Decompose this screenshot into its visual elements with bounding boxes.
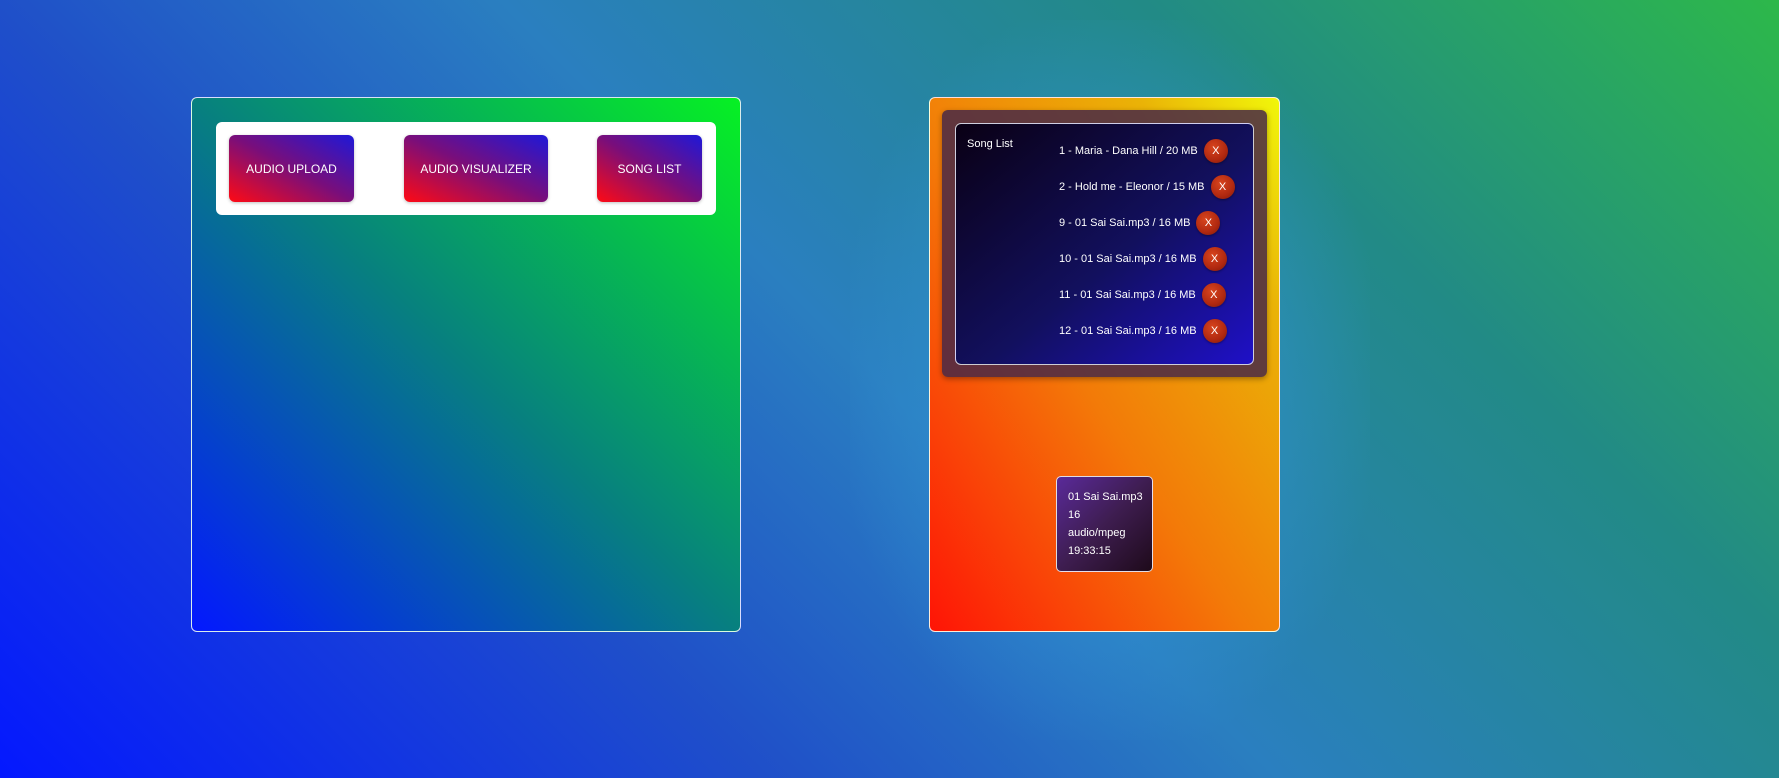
song-list-item: 1 - Maria - Dana Hill / 20 MB X [1059,138,1228,164]
song-label: 12 - 01 Sai Sai.mp3 / 16 MB [1059,325,1197,337]
nav-bar: AUDIO UPLOAD AUDIO VISUALIZER SONG LIST [216,122,716,215]
song-label: 10 - 01 Sai Sai.mp3 / 16 MB [1059,253,1197,265]
song-label: 11 - 01 Sai Sai.mp3 / 16 MB [1059,289,1196,301]
file-time: 19:33:15 [1068,545,1111,557]
audio-upload-button[interactable]: AUDIO UPLOAD [229,135,354,202]
file-size: 16 [1068,509,1081,521]
file-name: 01 Sai Sai.mp3 [1068,491,1143,503]
delete-song-button[interactable]: X [1201,283,1226,307]
song-list-inner: Song List 1 - Maria - Dana Hill / 20 MB … [955,123,1254,365]
song-list-item: 2 - Hold me - Eleonor / 15 MB X [1059,174,1235,200]
song-label: 2 - Hold me - Eleonor / 15 MB [1059,181,1205,193]
delete-song-button[interactable]: X [1196,211,1221,235]
delete-song-button[interactable]: X [1210,175,1235,199]
file-info-card: 01 Sai Sai.mp3 16 audio/mpeg 19:33:15 [1056,476,1153,572]
song-label: 1 - Maria - Dana Hill / 20 MB [1059,145,1198,157]
song-list-item: 10 - 01 Sai Sai.mp3 / 16 MB X [1059,246,1227,272]
song-list-box: Song List 1 - Maria - Dana Hill / 20 MB … [942,110,1267,377]
delete-song-button[interactable]: X [1202,319,1227,343]
audio-visualizer-button[interactable]: AUDIO VISUALIZER [404,135,548,202]
song-list-item: 9 - 01 Sai Sai.mp3 / 16 MB X [1059,210,1221,236]
navigation-panel: AUDIO UPLOAD AUDIO VISUALIZER SONG LIST [191,97,741,632]
song-list-item: 11 - 01 Sai Sai.mp3 / 16 MB X [1059,282,1226,308]
song-list-item: 12 - 01 Sai Sai.mp3 / 16 MB X [1059,318,1227,344]
song-list-panel: Song List 1 - Maria - Dana Hill / 20 MB … [929,97,1280,632]
delete-song-button[interactable]: X [1202,247,1227,271]
delete-song-button[interactable]: X [1203,139,1228,163]
song-list-button[interactable]: SONG LIST [597,135,702,202]
file-type: audio/mpeg [1068,527,1126,539]
song-label: 9 - 01 Sai Sai.mp3 / 16 MB [1059,217,1191,229]
song-list-title: Song List [967,138,1013,150]
